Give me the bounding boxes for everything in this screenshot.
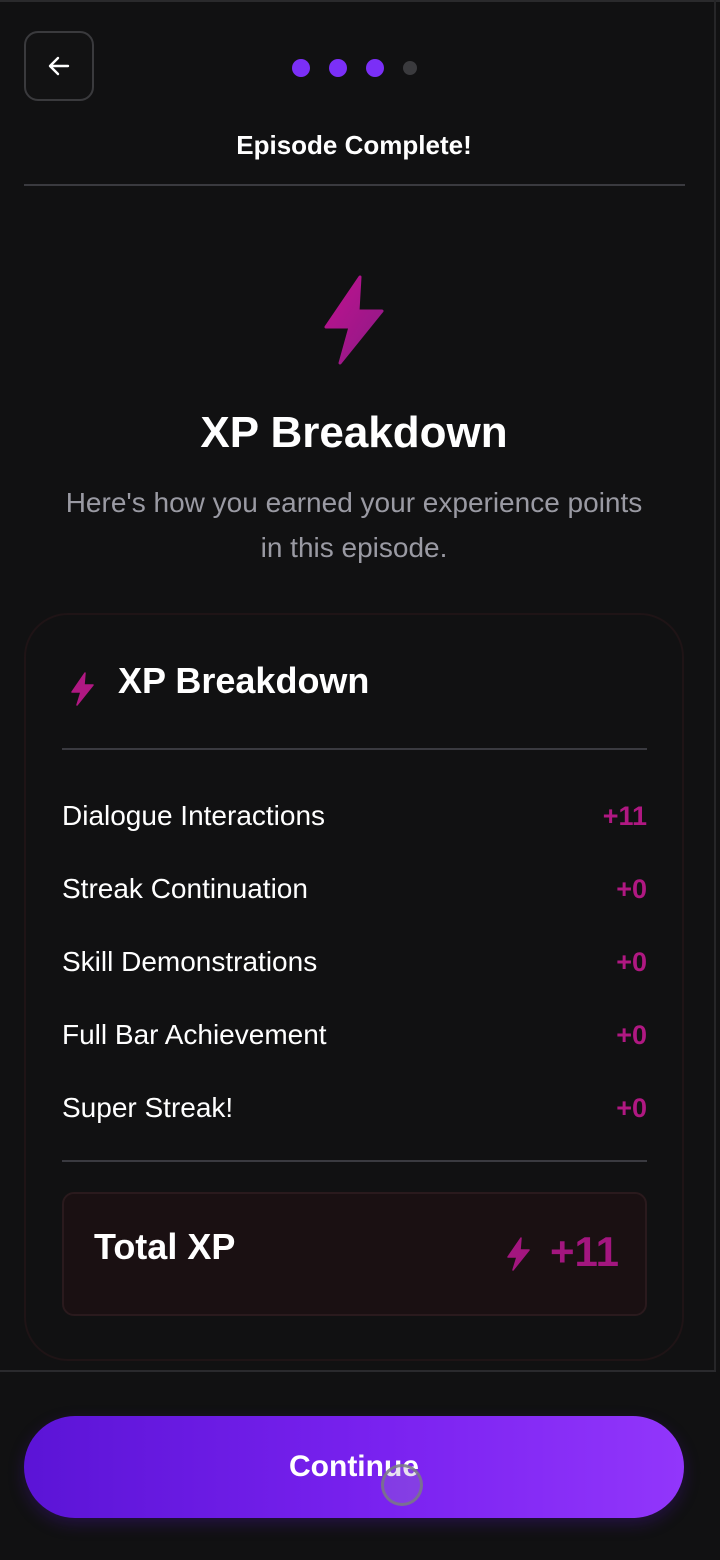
xp-row-skill-demonstrations: Skill Demonstrations +0 [62, 942, 647, 982]
total-xp-label: Total XP [94, 1226, 236, 1267]
touch-indicator [381, 1464, 423, 1506]
step-progress-indicator [292, 59, 417, 77]
page-title: Episode Complete! [236, 130, 472, 160]
hero-subtitle-line: in this episode. [260, 532, 448, 563]
xp-row-super-streak: Super Streak! +0 [62, 1088, 647, 1128]
card-divider [62, 748, 647, 750]
window-right-border [714, 0, 716, 1370]
xp-row-value: +11 [602, 800, 647, 831]
lightning-bolt-icon [507, 1237, 530, 1271]
xp-row-full-bar-achievement: Full Bar Achievement +0 [62, 1015, 647, 1055]
progress-dot-complete [329, 59, 347, 77]
xp-row-value: +0 [616, 873, 647, 904]
xp-row-label: Super Streak! [62, 1092, 234, 1123]
xp-row-value: +0 [616, 1092, 647, 1123]
xp-row-dialogue-interactions: Dialogue Interactions +11 [62, 796, 647, 836]
progress-dot-complete [292, 59, 310, 77]
hero-title: XP Breakdown [200, 408, 508, 457]
header-divider [24, 184, 685, 186]
xp-row-value: +0 [616, 1019, 647, 1050]
xp-row-label: Streak Continuation [62, 873, 308, 904]
progress-dot-upcoming [403, 61, 417, 75]
xp-row-label: Skill Demonstrations [62, 946, 318, 977]
total-xp-value: +11 [550, 1228, 619, 1275]
lightning-bolt-icon [324, 275, 384, 365]
card-divider [62, 1160, 647, 1162]
xp-row-label: Full Bar Achievement [62, 1019, 327, 1050]
progress-dot-current [366, 59, 384, 77]
xp-row-streak-continuation: Streak Continuation +0 [62, 869, 647, 909]
back-button[interactable] [24, 31, 94, 101]
continue-button[interactable]: Continue [24, 1416, 684, 1518]
footer-divider [0, 1370, 716, 1372]
card-title: XP Breakdown [118, 660, 370, 701]
lightning-bolt-icon [71, 672, 94, 706]
hero-subtitle: Here's how you earned your experience po… [30, 480, 678, 570]
arrow-left-icon [48, 56, 70, 76]
window-top-border [0, 0, 720, 2]
hero-subtitle-line: Here's how you earned your experience po… [65, 487, 643, 518]
xp-row-value: +0 [616, 946, 647, 977]
xp-row-label: Dialogue Interactions [62, 800, 326, 831]
